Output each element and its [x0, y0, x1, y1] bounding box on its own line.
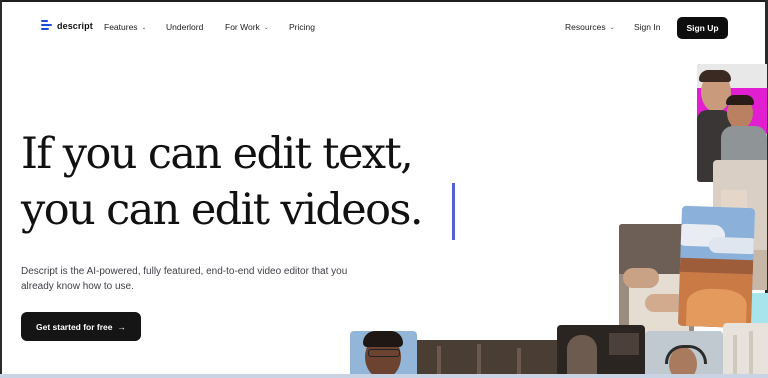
window-frame-left	[0, 0, 2, 378]
nav-underlord-label: Underlord	[166, 22, 204, 32]
chevron-down-icon: ⌄	[141, 24, 147, 31]
nav-resources[interactable]: Resources ⌄	[565, 22, 615, 32]
hero-subtext: Descript is the AI-powered, fully featur…	[21, 266, 348, 292]
sign-up-label: Sign Up	[686, 23, 719, 33]
nav-underlord[interactable]: Underlord	[166, 22, 203, 32]
sign-in-label: Sign In	[634, 22, 661, 32]
video-thumbnail-headset	[645, 331, 723, 378]
window-frame-bottom	[0, 374, 768, 378]
window-frame-top	[0, 0, 768, 2]
get-started-label: Get started for free	[35, 321, 113, 332]
nav-pricing[interactable]: Pricing	[289, 22, 315, 32]
headline-line-2: you can edit videos.	[21, 185, 424, 235]
video-thumbnail-studio	[417, 340, 557, 378]
sign-up-button[interactable]: Sign Up	[677, 17, 728, 39]
brand-name: descript	[57, 20, 93, 31]
nav-pricing-label: Pricing	[289, 22, 315, 32]
video-thumbnail-bright	[723, 323, 768, 378]
descript-logo[interactable]: descript	[41, 19, 93, 32]
hero-headline: If you can edit text, you can edit video…	[21, 126, 424, 238]
video-thumbnail-person-glasses	[350, 331, 417, 378]
chevron-down-icon: ⌄	[263, 24, 269, 31]
descript-logo-icon	[41, 19, 52, 32]
nav-features[interactable]: Features ⌄	[104, 22, 147, 32]
chevron-down-icon: ⌄	[609, 24, 615, 31]
nav-for-work[interactable]: For Work ⌄	[225, 22, 269, 32]
video-thumbnail-workstation	[557, 325, 645, 378]
nav-features-label: Features	[104, 22, 138, 32]
nav-resources-label: Resources	[565, 22, 606, 32]
text-cursor	[452, 183, 455, 240]
arrow-right-icon: →	[117, 321, 127, 332]
headline-line-1: If you can edit text,	[21, 129, 414, 179]
get-started-button[interactable]: Get started for free →	[21, 312, 141, 341]
video-thumbnail-desert	[677, 205, 756, 329]
sign-in-link[interactable]: Sign In	[634, 22, 660, 32]
nav-for-work-label: For Work	[225, 22, 260, 32]
